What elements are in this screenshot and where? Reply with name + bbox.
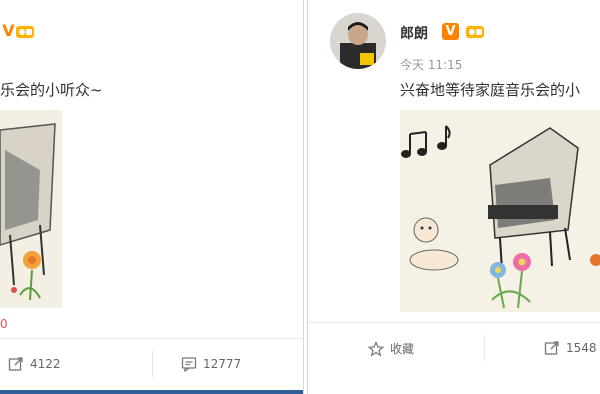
divider [484, 335, 485, 361]
comment-button[interactable]: 12777 [181, 356, 241, 372]
piano-sketch-image [400, 110, 600, 312]
repost-button[interactable]: 4122 [8, 356, 61, 372]
avatar-image [330, 13, 386, 69]
post-text: 乐会的小听众~ [0, 81, 103, 99]
comment-icon [181, 357, 197, 372]
repost-icon [544, 341, 559, 355]
comment-count: 12777 [203, 357, 242, 371]
post-card-left: V 乐会的小听众~ 0 4122 12777 [0, 0, 304, 394]
verified-v-icon: V [442, 23, 459, 40]
favorite-label: 收藏 [390, 342, 415, 356]
post-text: 兴奋地等待家庭音乐会的小 [400, 81, 581, 99]
star-icon [368, 340, 384, 356]
bottom-border-strip [0, 390, 303, 394]
repost-count: 1548 [566, 341, 597, 355]
repost-icon [8, 357, 23, 371]
avatar[interactable] [330, 13, 386, 69]
like-count-small: 0 [0, 317, 8, 331]
repost-count: 4122 [30, 357, 61, 371]
author-name[interactable]: 郎朗 [400, 23, 428, 43]
post-card-right: 郎朗 V 今天 11:15 兴奋地等待家庭音乐会的小 收藏 1548 [307, 0, 600, 394]
post-time[interactable]: 今天 11:15 [400, 56, 462, 73]
action-bar-right: 收藏 1548 [308, 322, 600, 380]
divider [152, 351, 153, 377]
piano-sketch-image [0, 110, 62, 308]
post-image-piano-drawing[interactable] [400, 110, 600, 312]
favorite-button[interactable]: 收藏 [368, 340, 414, 357]
action-bar-left: 4122 12777 [0, 338, 303, 390]
member-badge-icon [466, 26, 484, 38]
post-image-piano-drawing[interactable] [0, 110, 62, 308]
repost-button[interactable]: 1548 [544, 340, 597, 356]
member-badge-icon [16, 26, 34, 38]
